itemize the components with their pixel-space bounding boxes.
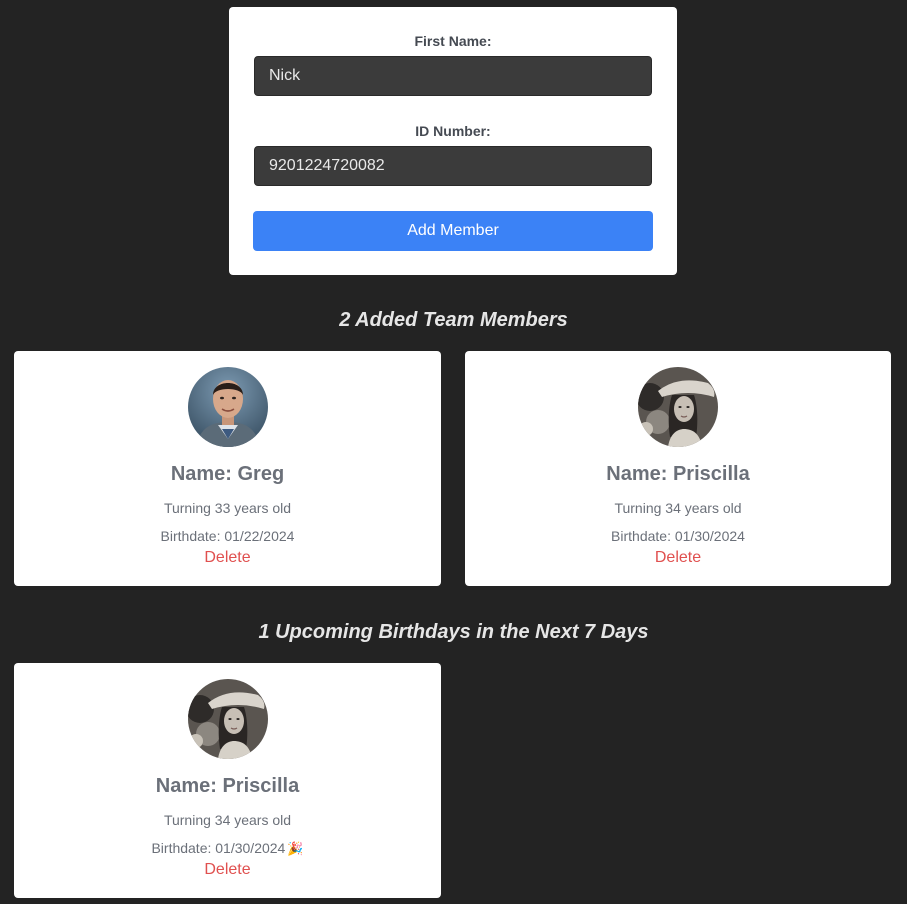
add-member-form: First Name: ID Number: Add Member bbox=[229, 7, 677, 275]
member-birthdate: Birthdate: 01/30/2024 bbox=[151, 840, 286, 856]
add-member-button[interactable]: Add Member bbox=[253, 211, 653, 251]
woman-portrait-avatar bbox=[638, 367, 718, 447]
upcoming-birthdays-heading: 1 Upcoming Birthdays in the Next 7 Days bbox=[258, 621, 649, 643]
member-name: Name: Priscilla bbox=[606, 463, 750, 485]
woman-portrait-avatar bbox=[187, 679, 268, 759]
first-name-input[interactable] bbox=[254, 56, 652, 96]
member-birthdate: Birthdate: 01/30/2024 bbox=[611, 528, 745, 544]
member-card-priscilla: Name: Priscilla Turning 34 years old Bir… bbox=[465, 351, 891, 586]
member-name: Name: Greg bbox=[170, 463, 285, 485]
party-popper-icon: 🎉 bbox=[287, 841, 304, 856]
delete-member-button[interactable]: Delete bbox=[14, 549, 441, 567]
member-card-greg: Name: Greg Turning 33 years old Birthdat… bbox=[14, 351, 441, 586]
member-age: Turning 33 years old bbox=[163, 500, 292, 516]
first-name-label: First Name: bbox=[414, 33, 492, 49]
id-number-label: ID Number: bbox=[415, 123, 491, 139]
member-age: Turning 34 years old bbox=[614, 500, 742, 516]
id-number-input[interactable] bbox=[254, 146, 652, 186]
man-portrait-avatar bbox=[187, 367, 268, 447]
member-name: Name: Priscilla bbox=[155, 775, 300, 797]
team-members-heading: 2 Added Team Members bbox=[339, 309, 568, 331]
member-birthdate: Birthdate: 01/22/2024 bbox=[160, 528, 295, 544]
delete-member-button[interactable]: Delete bbox=[465, 549, 891, 567]
member-age: Turning 34 years old bbox=[163, 812, 292, 828]
delete-member-button[interactable]: Delete bbox=[14, 861, 441, 879]
upcoming-card-priscilla: Name: Priscilla Turning 34 years old Bir… bbox=[14, 663, 441, 898]
member-birthdate-row: Birthdate: 01/30/2024 🎉 bbox=[14, 840, 441, 857]
